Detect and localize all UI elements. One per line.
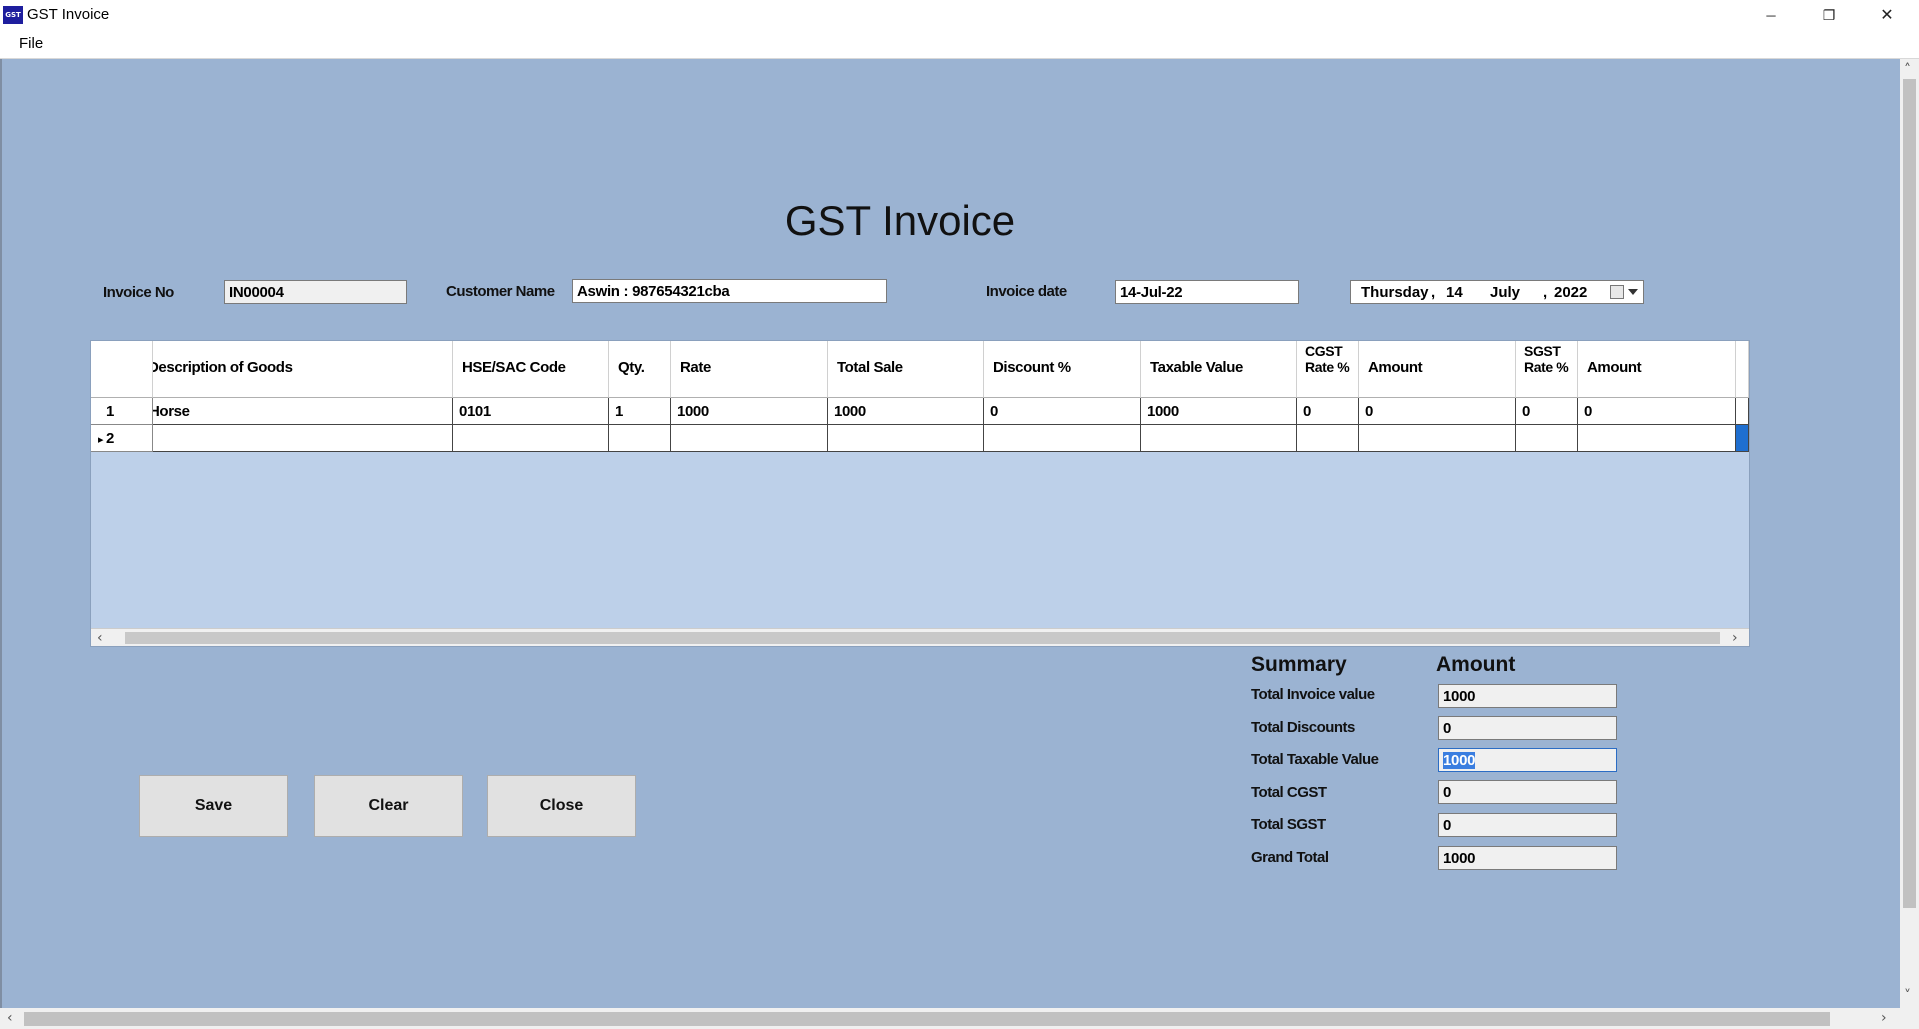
total-taxable-value-field[interactable]: 1000	[1438, 748, 1617, 772]
grid-scroll-thumb[interactable]	[125, 632, 1720, 644]
date-picker-day: 14	[1446, 284, 1463, 301]
customer-name-field[interactable]: Aswin : 987654321cba	[572, 279, 887, 303]
column-header-sgst-amount[interactable]: Amount	[1578, 341, 1736, 398]
column-header-total-sale[interactable]: Total Sale	[828, 341, 984, 398]
total-invoice-value-field[interactable]: 1000	[1438, 684, 1617, 708]
total-cgst-label: Total CGST	[1251, 784, 1327, 801]
table-cell[interactable]	[1578, 425, 1736, 452]
table-cell[interactable]	[1516, 425, 1578, 452]
table-cell[interactable]: 1	[609, 398, 671, 425]
minimize-button[interactable]: ─	[1742, 0, 1800, 30]
grand-total-label: Grand Total	[1251, 849, 1329, 866]
table-cell[interactable]: 0	[1359, 398, 1516, 425]
invoice-items-grid[interactable]: Description of Goods HSE/SAC Code Qty. R…	[90, 340, 1750, 647]
table-cell[interactable]: 0101	[453, 398, 609, 425]
column-header-sgst-rate[interactable]: SGST Rate %	[1516, 341, 1578, 398]
total-invoice-value-label: Total Invoice value	[1251, 686, 1375, 703]
horizontal-scrollbar[interactable]: ‹ ›	[0, 1008, 1900, 1029]
column-header-cgst-rate[interactable]: CGST Rate %	[1297, 341, 1359, 398]
table-cell[interactable]	[153, 425, 453, 452]
restore-icon: ❐	[1822, 6, 1836, 23]
chevron-down-icon[interactable]	[1628, 289, 1638, 295]
row-header[interactable]: 1	[91, 398, 153, 425]
row-header-new[interactable]: ▸ 2	[91, 425, 153, 452]
table-cell[interactable]	[1359, 425, 1516, 452]
total-cgst-field[interactable]: 0	[1438, 780, 1617, 804]
table-cell[interactable]	[1141, 425, 1297, 452]
invoice-date-field[interactable]: 14-Jul-22	[1115, 280, 1299, 304]
scroll-left-icon[interactable]: ‹	[7, 1011, 13, 1025]
page-title: GST Invoice	[784, 197, 1016, 244]
vertical-scroll-thumb[interactable]	[1903, 79, 1916, 908]
table-cell-overflow[interactable]	[1736, 398, 1749, 425]
table-cell[interactable]: 1000	[1141, 398, 1297, 425]
table-cell[interactable]: 1000	[828, 398, 984, 425]
horizontal-scroll-thumb[interactable]	[24, 1012, 1830, 1026]
menu-file[interactable]: File	[19, 35, 43, 52]
date-picker-sep1: ,	[1431, 284, 1436, 301]
date-picker[interactable]: Thursday , 14 July , 2022	[1350, 280, 1644, 304]
column-header-cgst-amount[interactable]: Amount	[1359, 341, 1516, 398]
scroll-down-icon[interactable]: ˅	[1904, 989, 1911, 1003]
column-header-rate[interactable]: Rate	[671, 341, 828, 398]
clear-button[interactable]: Clear	[314, 775, 463, 837]
app-icon: GST	[3, 6, 23, 24]
close-window-button[interactable]: ✕	[1858, 0, 1916, 30]
save-button[interactable]: Save	[139, 775, 288, 837]
column-header-qty[interactable]: Qty.	[609, 341, 671, 398]
total-taxable-value-label: Total Taxable Value	[1251, 751, 1379, 768]
scroll-left-icon[interactable]: ‹	[97, 631, 103, 645]
close-icon: ✕	[1880, 7, 1894, 24]
summary-title: Summary	[1251, 653, 1347, 676]
total-sgst-field[interactable]: 0	[1438, 813, 1617, 837]
date-picker-sep2: ,	[1543, 284, 1548, 301]
table-cell[interactable]	[828, 425, 984, 452]
table-cell[interactable]: 1000	[671, 398, 828, 425]
summary-amount-header: Amount	[1436, 653, 1516, 676]
grand-total-field[interactable]: 1000	[1438, 846, 1617, 870]
date-picker-year: 2022	[1554, 284, 1588, 301]
column-header-hsn-code[interactable]: HSE/SAC Code	[453, 341, 609, 398]
menu-bar: File	[0, 30, 1919, 59]
minimize-icon: ─	[1766, 7, 1776, 23]
invoice-no-label: Invoice No	[103, 284, 174, 301]
restore-button[interactable]: ❐	[1800, 0, 1858, 30]
table-cell-overflow-selected[interactable]	[1736, 425, 1749, 452]
grid-corner-header	[91, 341, 153, 398]
table-cell[interactable]	[453, 425, 609, 452]
table-cell[interactable]: Horse	[153, 398, 453, 425]
scroll-right-icon[interactable]: ›	[1881, 1011, 1887, 1025]
total-discounts-label: Total Discounts	[1251, 719, 1355, 736]
grid-horizontal-scrollbar[interactable]: ‹ ›	[91, 628, 1749, 646]
table-cell[interactable]: 0	[1578, 398, 1736, 425]
table-cell[interactable]	[984, 425, 1141, 452]
table-cell[interactable]: 0	[1297, 398, 1359, 425]
table-cell[interactable]: 0	[1516, 398, 1578, 425]
date-picker-month: July	[1490, 284, 1521, 301]
title-bar: GST GST Invoice ─ ❐ ✕	[0, 0, 1919, 30]
table-cell[interactable]	[1297, 425, 1359, 452]
close-button[interactable]: Close	[487, 775, 636, 837]
column-header-taxable-value[interactable]: Taxable Value	[1141, 341, 1297, 398]
window-title: GST Invoice	[27, 6, 110, 23]
current-row-arrow-icon: ▸	[98, 434, 104, 446]
invoice-no-field[interactable]: IN00004	[224, 280, 407, 304]
total-sgst-label: Total SGST	[1251, 816, 1326, 833]
scroll-right-icon[interactable]: ›	[1732, 631, 1738, 645]
scrollbar-corner	[1900, 1008, 1919, 1029]
column-header-overflow	[1736, 341, 1749, 398]
scroll-up-icon[interactable]: ˄	[1904, 63, 1911, 77]
customer-name-label: Customer Name	[446, 283, 555, 300]
column-header-discount[interactable]: Discount %	[984, 341, 1141, 398]
vertical-scrollbar[interactable]: ˄ ˅	[1900, 59, 1919, 1008]
date-picker-weekday: Thursday	[1361, 284, 1429, 301]
calendar-icon[interactable]	[1610, 285, 1624, 299]
column-header-description[interactable]: Description of Goods	[153, 341, 453, 398]
table-cell[interactable]	[671, 425, 828, 452]
table-cell[interactable]	[609, 425, 671, 452]
table-cell[interactable]: 0	[984, 398, 1141, 425]
total-discounts-field[interactable]: 0	[1438, 716, 1617, 740]
invoice-date-label: Invoice date	[986, 283, 1067, 300]
